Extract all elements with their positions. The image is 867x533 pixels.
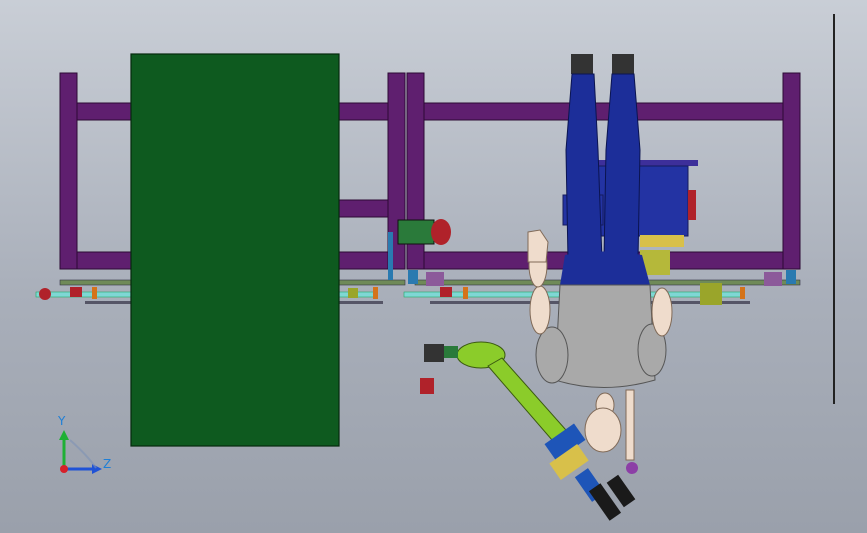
cad-viewport[interactable]: Y Z xyxy=(0,0,867,533)
green-panel[interactable] xyxy=(130,53,340,447)
triad-z-label: Z xyxy=(103,457,112,471)
assembly-scene[interactable] xyxy=(0,0,867,533)
axis-triad-icon xyxy=(59,430,102,474)
triad-y-label: Y xyxy=(58,414,66,428)
